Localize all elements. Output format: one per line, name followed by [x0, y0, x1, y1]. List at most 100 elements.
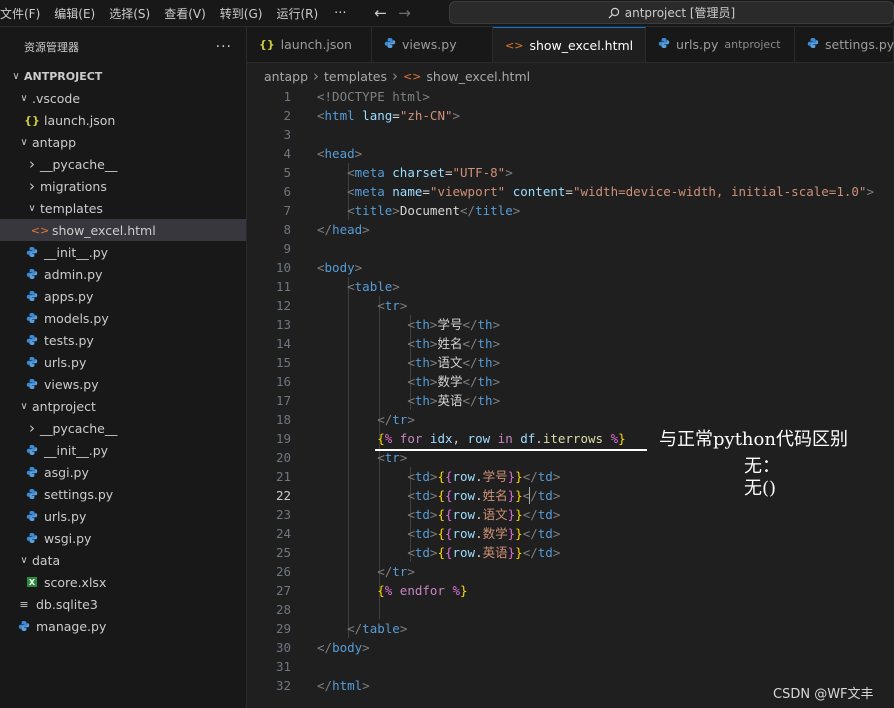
code-line[interactable]: 31 — [247, 657, 894, 676]
chevron-right-icon[interactable]: › — [24, 155, 40, 173]
code-token: = — [392, 108, 400, 123]
code-line[interactable]: 7 <title>Document</title> — [247, 201, 894, 220]
html-file-icon: <> — [30, 223, 50, 237]
menu-item-5[interactable]: 运行(R) — [272, 5, 322, 22]
menu-item-0[interactable]: 文件(F) — [0, 5, 44, 22]
code-token: title — [354, 203, 393, 218]
code-token: 语文 — [482, 507, 508, 522]
code-line[interactable]: 17 <th>英语</th> — [247, 391, 894, 410]
tree-file-views-py[interactable]: views.py — [0, 373, 246, 395]
chevron-down-icon[interactable]: ∨ — [8, 71, 24, 82]
python-file-icon — [24, 510, 40, 522]
tree-file-manage-py[interactable]: manage.py — [0, 615, 246, 637]
tree-folder-data[interactable]: ∨ data — [0, 549, 246, 571]
menu-more-button[interactable]: ··· — [334, 6, 346, 21]
search-box-label: antproject [管理员] — [624, 6, 736, 20]
code-line[interactable]: 9 — [247, 239, 894, 258]
tree-folder-vscode[interactable]: ∨ .vscode — [0, 87, 246, 109]
code-line[interactable]: 2 <html lang="zh-CN"> — [247, 106, 894, 125]
tab-settings-py[interactable]: settings.py — [795, 27, 894, 62]
tree-file-init-py[interactable]: __init__.py — [0, 439, 246, 461]
code-line[interactable]: 27 {% endfor %} — [247, 581, 894, 600]
tree-file-launch-json[interactable]: {} launch.json — [0, 109, 246, 131]
tree-file-wsgi-py[interactable]: wsgi.py — [0, 527, 246, 549]
tab-launch-json[interactable]: {} launch.json — [247, 27, 372, 62]
line-number: 7 — [283, 203, 291, 218]
tree-file-asgi-py[interactable]: asgi.py — [0, 461, 246, 483]
code-editor[interactable]: 1 <!DOCTYPE html> 2 <html lang="zh-CN"> 3 4 <h… — [247, 86, 894, 708]
tree-file-show-excel-html[interactable]: <> show_excel.html — [0, 219, 246, 241]
code-token: { — [444, 469, 453, 484]
code-line[interactable]: 23 <td>{{row.语文}}</td> — [247, 505, 894, 524]
menu-item-4[interactable]: 转到(G) — [216, 5, 267, 22]
tree-file-db-sqlite3[interactable]: ≡ db.sqlite3 — [0, 593, 246, 615]
breadcrumb-item[interactable]: show_excel.html — [426, 69, 530, 84]
chevron-down-icon[interactable]: ∨ — [16, 401, 32, 412]
code-line[interactable]: 21 <td>{{row.学号}}</td> — [247, 467, 894, 486]
code-line[interactable]: 13 <th>学号</th> — [247, 315, 894, 334]
arrow-right-icon[interactable]: → — [393, 4, 417, 22]
code-line[interactable]: 1 <!DOCTYPE html> — [247, 87, 894, 106]
code-token: > — [552, 545, 561, 560]
code-line[interactable]: 5 <meta charset="UTF-8"> — [247, 163, 894, 182]
chevron-right-icon[interactable]: › — [24, 419, 40, 437]
code-token: > — [399, 450, 408, 465]
tree-folder-pycache[interactable]: › __pycache__ — [0, 417, 246, 439]
code-line[interactable]: 14 <th>姓名</th> — [247, 334, 894, 353]
chevron-down-icon[interactable]: ∨ — [24, 203, 40, 214]
code-token: < — [407, 374, 415, 389]
tree-file-admin-py[interactable]: admin.py — [0, 263, 246, 285]
code-line[interactable]: 28 — [247, 600, 894, 619]
tree-folder-antproject[interactable]: ∨ antproject — [0, 395, 246, 417]
tab-show-excel-html[interactable]: <> show_excel.html — [493, 27, 646, 62]
explorer-more-button[interactable]: ··· — [216, 39, 232, 55]
arrow-left-icon[interactable]: ← — [369, 4, 393, 22]
tree-folder-antapp[interactable]: ∨ antapp — [0, 131, 246, 153]
tree-file-urls-py[interactable]: urls.py — [0, 351, 246, 373]
breadcrumb-item[interactable]: templates — [324, 69, 387, 84]
code-token: </ — [522, 507, 538, 522]
menu-item-2[interactable]: 选择(S) — [105, 5, 154, 22]
chevron-right-icon[interactable]: › — [24, 177, 40, 195]
tree-file-models-py[interactable]: models.py — [0, 307, 246, 329]
tree-file-score-xlsx[interactable]: Xscore.xlsx — [0, 571, 246, 593]
breadcrumb-item[interactable]: antapp — [264, 69, 308, 84]
code-line[interactable]: 11 <table> — [247, 277, 894, 296]
code-token: > — [452, 108, 461, 123]
tab-urls-py[interactable]: urls.py antproject — [646, 27, 795, 62]
code-line[interactable]: 30 </body> — [247, 638, 894, 657]
tree-file-init-py[interactable]: __init__.py — [0, 241, 246, 263]
tree-folder-templates[interactable]: ∨ templates — [0, 197, 246, 219]
code-line[interactable]: 10 <body> — [247, 258, 894, 277]
code-line[interactable]: 4 <head> — [247, 144, 894, 163]
tree-file-apps-py[interactable]: apps.py — [0, 285, 246, 307]
code-line[interactable]: 22 <td>{{row.姓名}}</td> — [247, 486, 894, 505]
code-line[interactable]: 25 <td>{{row.英语}}</td> — [247, 543, 894, 562]
code-line[interactable]: 16 <th>数学</th> — [247, 372, 894, 391]
tree-folder-pycache[interactable]: › __pycache__ — [0, 153, 246, 175]
tree-file-tests-py[interactable]: tests.py — [0, 329, 246, 351]
tab-views-py[interactable]: views.py — [372, 27, 493, 62]
code-text: <td>{{row.英语}}</td> — [317, 543, 560, 562]
tree-file-urls-py[interactable]: urls.py — [0, 505, 246, 527]
code-line[interactable]: 15 <th>语文</th> — [247, 353, 894, 372]
code-line[interactable]: 24 <td>{{row.数学}}</td> — [247, 524, 894, 543]
code-line[interactable]: 8 </head> — [247, 220, 894, 239]
chevron-right-icon: › — [313, 67, 320, 85]
menu-item-3[interactable]: 查看(V) — [160, 5, 210, 22]
command-center-search[interactable]: antproject [管理员] — [449, 1, 894, 24]
tree-folder-migrations[interactable]: › migrations — [0, 175, 246, 197]
code-line[interactable]: 6 <meta name="viewport" content="width=d… — [247, 182, 894, 201]
chevron-down-icon[interactable]: ∨ — [16, 93, 32, 104]
tree-file-settings-py[interactable]: settings.py — [0, 483, 246, 505]
tree-root-antproject[interactable]: ∨ ANTPROJECT — [0, 65, 246, 87]
menu-item-1[interactable]: 编辑(E) — [50, 5, 99, 22]
code-line[interactable]: 29 </table> — [247, 619, 894, 638]
code-line[interactable]: 26 </tr> — [247, 562, 894, 581]
tree-item-label: admin.py — [44, 266, 103, 282]
code-line[interactable]: 12 <tr> — [247, 296, 894, 315]
chevron-down-icon[interactable]: ∨ — [16, 137, 32, 148]
code-line[interactable]: 3 — [247, 125, 894, 144]
chevron-down-icon[interactable]: ∨ — [16, 555, 32, 566]
